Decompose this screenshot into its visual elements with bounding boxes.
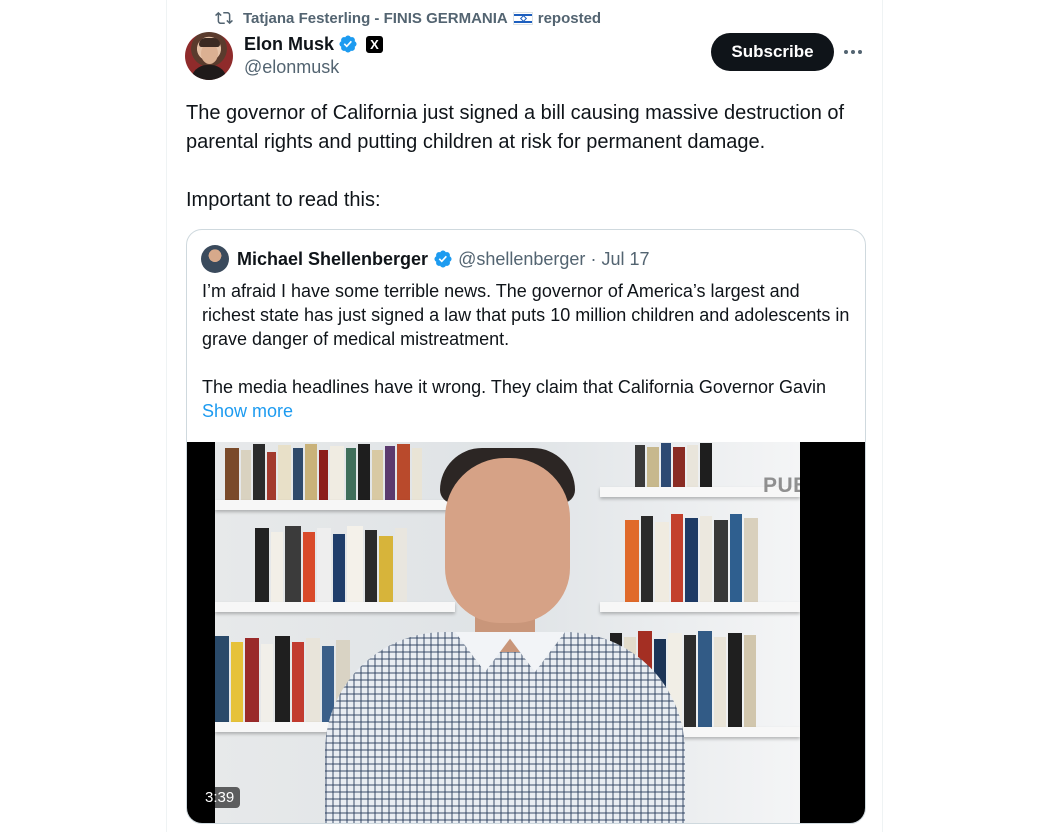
- quoted-paragraph: I’m afraid I have some terrible news. Th…: [202, 281, 850, 349]
- israel-flag-icon: [512, 11, 533, 25]
- subscribe-button[interactable]: Subscribe: [711, 33, 834, 71]
- tweet-paragraph: The governor of California just signed a…: [186, 102, 845, 153]
- tweet-paragraph: Important to read this:: [186, 189, 381, 211]
- author-avatar[interactable]: [185, 32, 233, 80]
- meta-separator: ·: [590, 248, 597, 269]
- quoted-author-avatar[interactable]: [201, 245, 229, 273]
- video-watermark: PUBLIC: [763, 474, 800, 497]
- quoted-paragraph: The media headlines have it wrong. They …: [202, 377, 826, 397]
- repost-suffix: reposted: [537, 9, 602, 27]
- author-info: Elon Musk X @elonmusk: [244, 33, 384, 78]
- tweet-text: The governor of California just signed a…: [186, 99, 876, 215]
- more-options-button[interactable]: [839, 38, 867, 66]
- repost-icon: [215, 11, 233, 25]
- repost-user[interactable]: Tatjana Festerling - FINIS GERMANIA: [243, 10, 508, 27]
- author-name[interactable]: Elon Musk: [244, 34, 334, 55]
- quoted-tweet[interactable]: Michael Shellenberger @shellenberger · J…: [186, 229, 866, 824]
- timeline-column: Tatjana Festerling - FINIS GERMANIA repo…: [166, 0, 883, 832]
- repost-indicator[interactable]: Tatjana Festerling - FINIS GERMANIA repo…: [215, 8, 601, 28]
- video-player[interactable]: PUBLIC 3:39: [187, 442, 865, 823]
- verified-badge-icon[interactable]: [433, 249, 453, 269]
- quoted-tweet-date[interactable]: Jul 17: [601, 249, 649, 270]
- author-handle[interactable]: @elonmusk: [244, 57, 383, 78]
- repost-text: Tatjana Festerling - FINIS GERMANIA repo…: [243, 10, 601, 27]
- show-more-link[interactable]: Show more: [202, 399, 852, 423]
- video-thumbnail: PUBLIC: [215, 442, 800, 823]
- quoted-tweet-header: Michael Shellenberger @shellenberger · J…: [201, 244, 649, 274]
- quoted-author-handle[interactable]: @shellenberger: [458, 249, 585, 270]
- video-duration-badge: 3:39: [199, 787, 241, 808]
- quoted-tweet-text: I’m afraid I have some terrible news. Th…: [202, 279, 852, 423]
- more-icon: [844, 50, 848, 54]
- x-affiliate-badge-icon[interactable]: X: [366, 35, 384, 53]
- verified-badge-icon[interactable]: [338, 34, 358, 54]
- quoted-author-name[interactable]: Michael Shellenberger: [237, 249, 428, 270]
